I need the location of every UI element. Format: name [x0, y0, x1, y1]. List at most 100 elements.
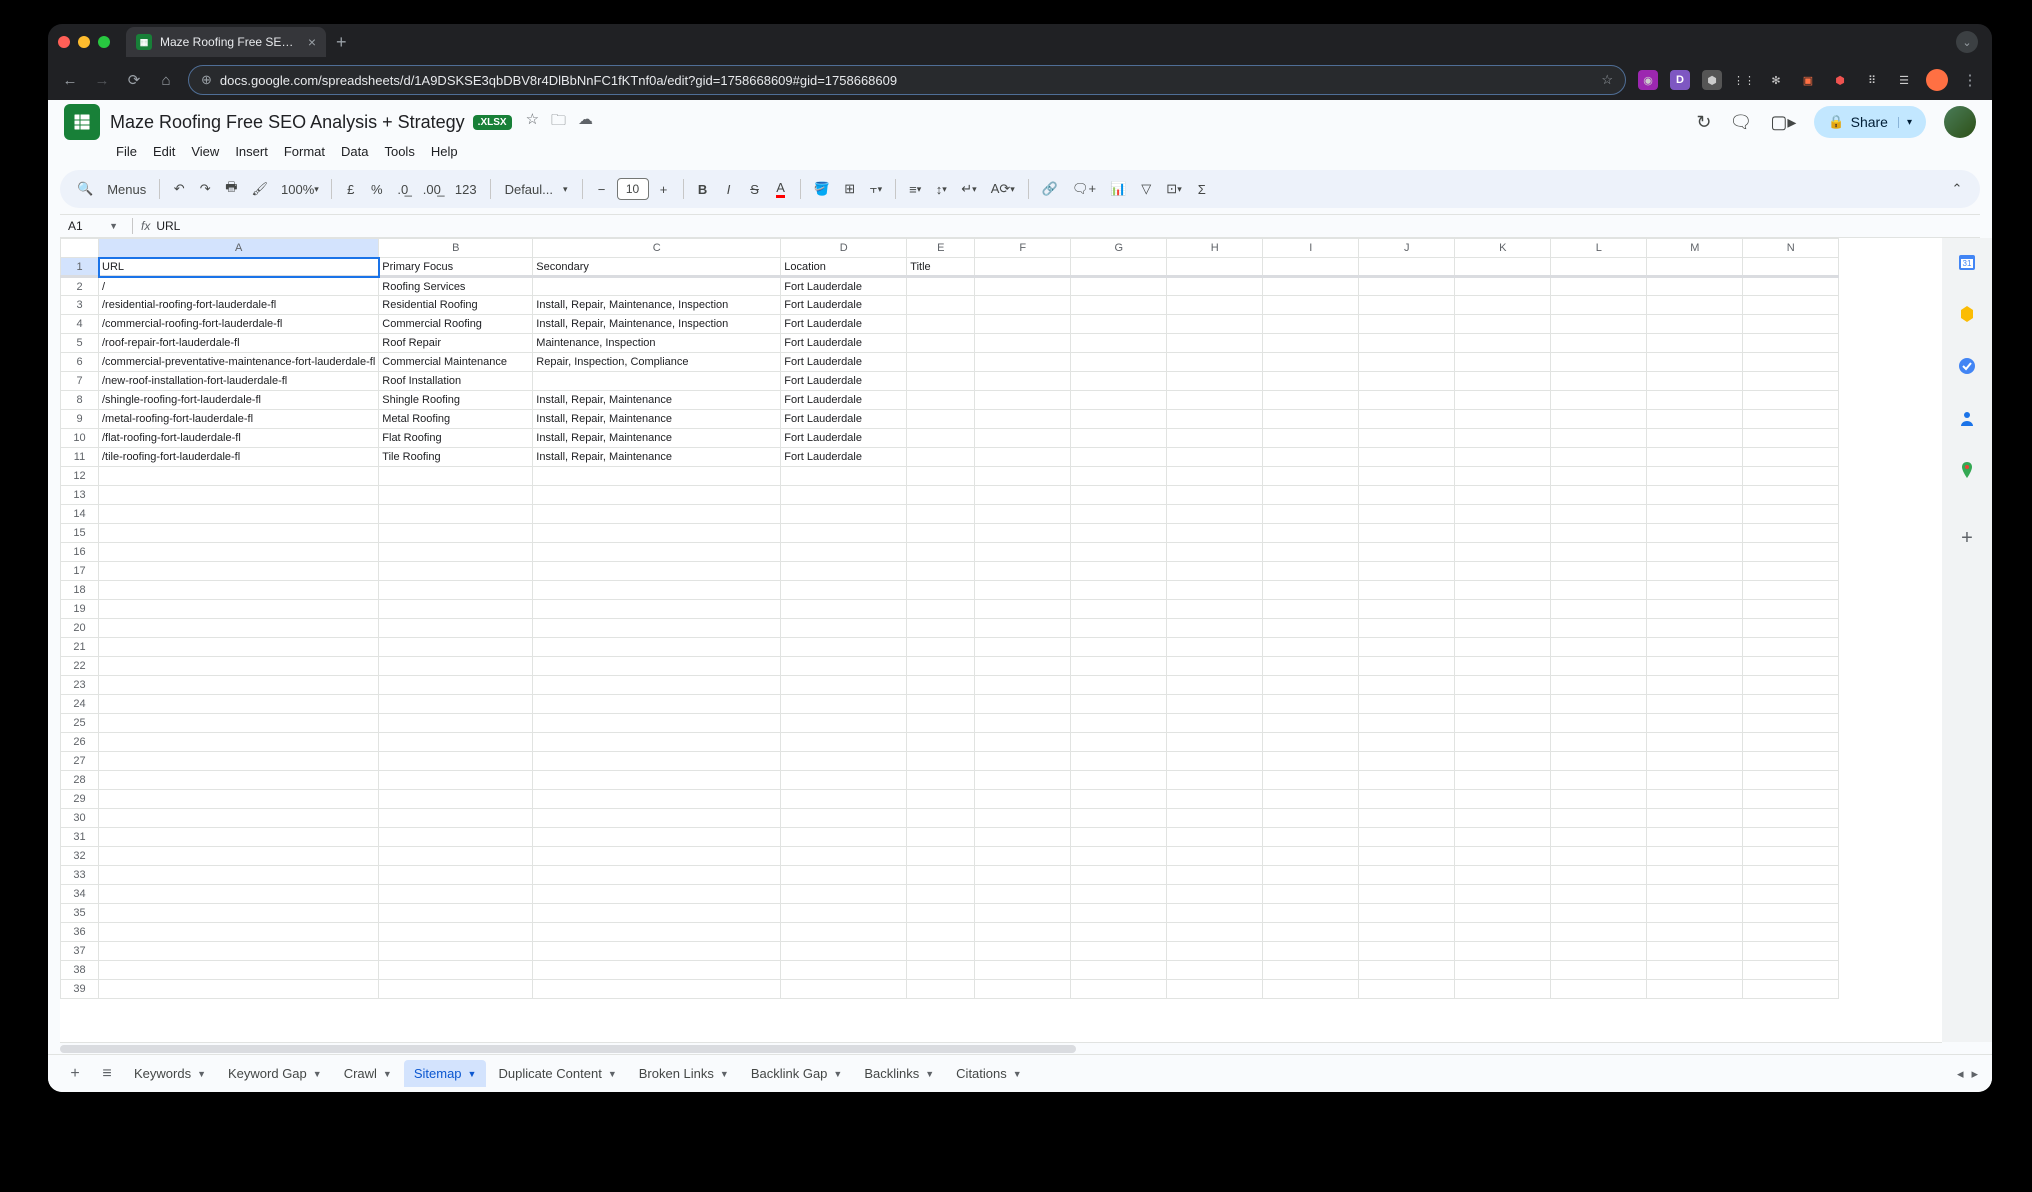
- sheet-tab-keyword-gap[interactable]: Keyword Gap▼: [218, 1060, 332, 1087]
- cell-D22[interactable]: [781, 657, 907, 676]
- cell-E38[interactable]: [907, 961, 975, 980]
- cell-A22[interactable]: [99, 657, 379, 676]
- cell-H34[interactable]: [1167, 885, 1263, 904]
- cell-E13[interactable]: [907, 486, 975, 505]
- row-header[interactable]: 11: [61, 448, 99, 467]
- cell-M21[interactable]: [1647, 638, 1743, 657]
- cell-C39[interactable]: [533, 980, 781, 999]
- filter-views-button[interactable]: ⊡ ▾: [1161, 178, 1186, 200]
- cell-K23[interactable]: [1455, 676, 1551, 695]
- cell-M6[interactable]: [1647, 353, 1743, 372]
- cell-J34[interactable]: [1359, 885, 1455, 904]
- cell-B6[interactable]: Commercial Maintenance: [379, 353, 533, 372]
- url-input[interactable]: ⊕ docs.google.com/spreadsheets/d/1A9DSKS…: [188, 65, 1626, 95]
- cell-D23[interactable]: [781, 676, 907, 695]
- cell-E26[interactable]: [907, 733, 975, 752]
- decrease-font-button[interactable]: −: [591, 179, 613, 200]
- cell-A14[interactable]: [99, 505, 379, 524]
- cell-L35[interactable]: [1551, 904, 1647, 923]
- cell-M27[interactable]: [1647, 752, 1743, 771]
- cell-D20[interactable]: [781, 619, 907, 638]
- format-123-button[interactable]: 123: [450, 179, 482, 200]
- row-header[interactable]: 5: [61, 334, 99, 353]
- menu-edit[interactable]: Edit: [147, 142, 181, 161]
- cell-N28[interactable]: [1743, 771, 1839, 790]
- cell-L9[interactable]: [1551, 410, 1647, 429]
- cell-C13[interactable]: [533, 486, 781, 505]
- cell-E33[interactable]: [907, 866, 975, 885]
- cell-M18[interactable]: [1647, 581, 1743, 600]
- cell-J17[interactable]: [1359, 562, 1455, 581]
- cell-E30[interactable]: [907, 809, 975, 828]
- contacts-icon[interactable]: [1957, 408, 1977, 428]
- cell-D10[interactable]: Fort Lauderdale: [781, 429, 907, 448]
- cell-I28[interactable]: [1263, 771, 1359, 790]
- cell-N11[interactable]: [1743, 448, 1839, 467]
- cell-L38[interactable]: [1551, 961, 1647, 980]
- cell-G23[interactable]: [1071, 676, 1167, 695]
- cell-B24[interactable]: [379, 695, 533, 714]
- cell-F31[interactable]: [975, 828, 1071, 847]
- cell-F13[interactable]: [975, 486, 1071, 505]
- row-header[interactable]: 31: [61, 828, 99, 847]
- cell-H8[interactable]: [1167, 391, 1263, 410]
- cell-H23[interactable]: [1167, 676, 1263, 695]
- cell-M31[interactable]: [1647, 828, 1743, 847]
- cell-F10[interactable]: [975, 429, 1071, 448]
- row-header[interactable]: 24: [61, 695, 99, 714]
- cell-L23[interactable]: [1551, 676, 1647, 695]
- cell-F14[interactable]: [975, 505, 1071, 524]
- column-header-A[interactable]: A: [99, 239, 379, 258]
- cell-K21[interactable]: [1455, 638, 1551, 657]
- cell-K28[interactable]: [1455, 771, 1551, 790]
- cell-L7[interactable]: [1551, 372, 1647, 391]
- home-button[interactable]: ⌂: [156, 72, 176, 89]
- row-header[interactable]: 12: [61, 467, 99, 486]
- cell-D35[interactable]: [781, 904, 907, 923]
- cell-G3[interactable]: [1071, 296, 1167, 315]
- cell-C35[interactable]: [533, 904, 781, 923]
- cell-E32[interactable]: [907, 847, 975, 866]
- cell-C34[interactable]: [533, 885, 781, 904]
- cell-A39[interactable]: [99, 980, 379, 999]
- cell-J26[interactable]: [1359, 733, 1455, 752]
- cell-E28[interactable]: [907, 771, 975, 790]
- cell-H9[interactable]: [1167, 410, 1263, 429]
- row-header[interactable]: 30: [61, 809, 99, 828]
- text-color-button[interactable]: A: [770, 177, 792, 201]
- cell-L14[interactable]: [1551, 505, 1647, 524]
- cell-H32[interactable]: [1167, 847, 1263, 866]
- cell-L21[interactable]: [1551, 638, 1647, 657]
- column-header-G[interactable]: G: [1071, 239, 1167, 258]
- cell-M11[interactable]: [1647, 448, 1743, 467]
- cell-J14[interactable]: [1359, 505, 1455, 524]
- cell-F5[interactable]: [975, 334, 1071, 353]
- row-header[interactable]: 27: [61, 752, 99, 771]
- cell-N19[interactable]: [1743, 600, 1839, 619]
- cell-A38[interactable]: [99, 961, 379, 980]
- cell-H36[interactable]: [1167, 923, 1263, 942]
- cell-A18[interactable]: [99, 581, 379, 600]
- cell-B29[interactable]: [379, 790, 533, 809]
- cell-E34[interactable]: [907, 885, 975, 904]
- cell-E2[interactable]: [907, 277, 975, 296]
- cell-N33[interactable]: [1743, 866, 1839, 885]
- cell-A15[interactable]: [99, 524, 379, 543]
- cell-K8[interactable]: [1455, 391, 1551, 410]
- row-header[interactable]: 13: [61, 486, 99, 505]
- chevron-down-icon[interactable]: ▼: [468, 1069, 477, 1079]
- cell-D29[interactable]: [781, 790, 907, 809]
- cell-N10[interactable]: [1743, 429, 1839, 448]
- cell-E6[interactable]: [907, 353, 975, 372]
- cell-H17[interactable]: [1167, 562, 1263, 581]
- cell-L31[interactable]: [1551, 828, 1647, 847]
- bold-button[interactable]: B: [692, 179, 714, 200]
- cell-G5[interactable]: [1071, 334, 1167, 353]
- cell-L34[interactable]: [1551, 885, 1647, 904]
- share-button[interactable]: 🔒 Share ▾: [1814, 106, 1926, 138]
- cell-G24[interactable]: [1071, 695, 1167, 714]
- cell-J33[interactable]: [1359, 866, 1455, 885]
- cell-H2[interactable]: [1167, 277, 1263, 296]
- cell-B11[interactable]: Tile Roofing: [379, 448, 533, 467]
- cell-J25[interactable]: [1359, 714, 1455, 733]
